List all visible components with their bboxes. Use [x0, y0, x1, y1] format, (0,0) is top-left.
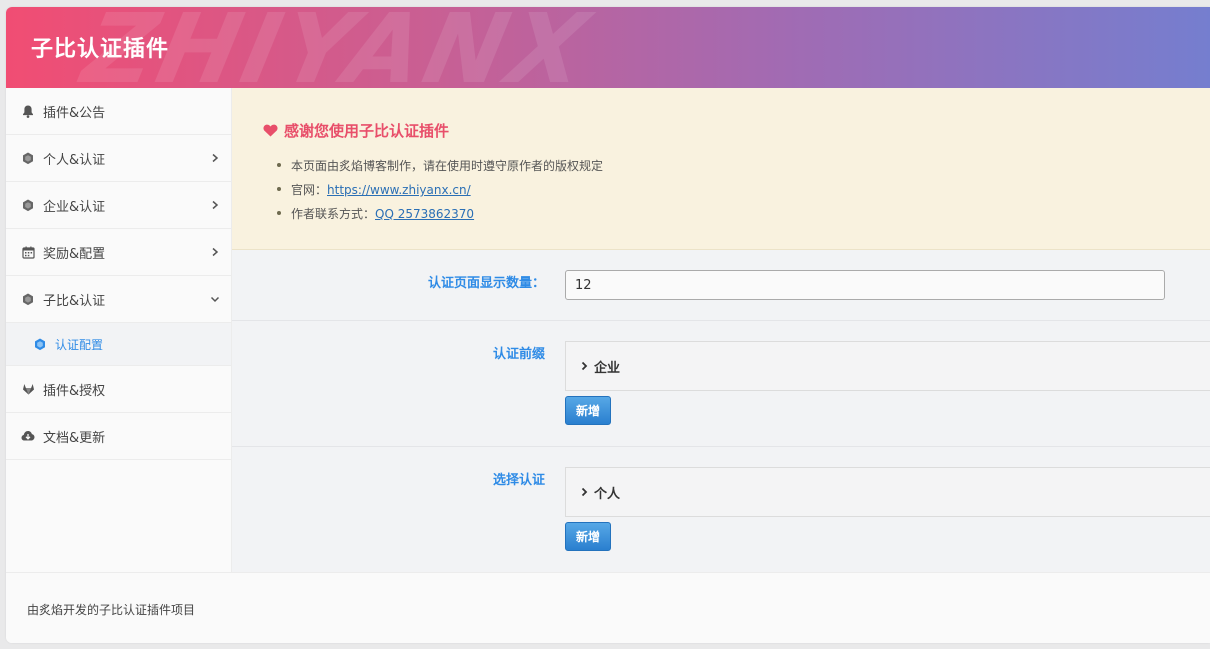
chevron-down-icon	[210, 296, 220, 303]
count-input[interactable]	[565, 270, 1165, 300]
main-content: 感谢您使用子比认证插件 本页面由炙焰博客制作，请在使用时遵守原作者的版权规定 官…	[232, 88, 1210, 572]
sidebar-item-rewards[interactable]: 奖励&配置	[6, 229, 231, 276]
hexagon-icon	[21, 292, 35, 306]
notice-panel: 感谢您使用子比认证插件 本页面由炙焰博客制作，请在使用时遵守原作者的版权规定 官…	[232, 88, 1210, 250]
sidebar-item-zibi-auth[interactable]: 子比&认证	[6, 276, 231, 323]
website-link[interactable]: https://www.zhiyanx.cn/	[327, 183, 471, 197]
chevron-right-icon	[212, 247, 219, 257]
chevron-right-icon	[581, 487, 588, 497]
select-group-item[interactable]: 个人	[565, 467, 1210, 517]
sidebar-subitem-auth-config[interactable]: 认证配置	[6, 323, 231, 366]
sidebar-item-label: 插件&授权	[43, 383, 106, 399]
notice-heading: 感谢您使用子比认证插件	[263, 120, 1210, 141]
sidebar-item-label: 子比&认证	[43, 293, 106, 309]
cloud-download-icon	[21, 429, 35, 443]
sidebar-item-docs[interactable]: 文档&更新	[6, 413, 231, 460]
hexagon-icon	[21, 151, 35, 165]
setting-row-select: 选择认证 个人 新增	[232, 447, 1210, 573]
app-window: ZHIYANX 子比认证插件 插件&公告 个人&认证 企业&认证 奖励&配置 子…	[6, 7, 1210, 643]
sidebar-item-personal[interactable]: 个人&认证	[6, 135, 231, 182]
prefix-label: 认证前缀	[493, 347, 546, 362]
setting-row-prefix: 认证前缀 企业 新增	[232, 321, 1210, 447]
chevron-right-icon	[212, 200, 219, 210]
header-banner: ZHIYANX 子比认证插件	[6, 7, 1210, 88]
add-select-button[interactable]: 新增	[565, 522, 611, 551]
sidebar-item-license[interactable]: 插件&授权	[6, 366, 231, 413]
sidebar-item-notice[interactable]: 插件&公告	[6, 88, 231, 135]
add-prefix-button[interactable]: 新增	[565, 396, 611, 425]
sidebar-item-enterprise[interactable]: 企业&认证	[6, 182, 231, 229]
footer: 由炙焰开发的子比认证插件项目	[6, 572, 1210, 643]
notice-website-prefix: 官网：	[291, 183, 328, 197]
heart-icon	[263, 124, 278, 137]
notice-heading-text: 感谢您使用子比认证插件	[284, 122, 450, 140]
prefix-group-item[interactable]: 企业	[565, 341, 1210, 391]
sidebar-item-label: 个人&认证	[43, 152, 106, 168]
app-title: 子比认证插件	[31, 37, 170, 62]
notice-contact-prefix: 作者联系方式：	[291, 207, 376, 221]
bell-icon	[21, 104, 35, 118]
sidebar-item-label: 文档&更新	[43, 430, 106, 446]
notice-line-contact: 作者联系方式：QQ 2573862370	[277, 205, 1210, 229]
chevron-right-icon	[581, 361, 588, 371]
chevron-right-icon	[212, 153, 219, 163]
sidebar-item-label: 奖励&配置	[43, 246, 106, 262]
contact-qq-link[interactable]: QQ 2573862370	[375, 207, 474, 221]
calendar-icon	[21, 245, 35, 259]
gitlab-icon	[21, 382, 35, 396]
notice-line-copyright: 本页面由炙焰博客制作，请在使用时遵守原作者的版权规定	[277, 157, 1210, 181]
count-label: 认证页面显示数量：	[428, 276, 546, 291]
hexagon-icon	[21, 198, 35, 212]
sidebar-item-label: 插件&公告	[43, 105, 106, 121]
select-label: 选择认证	[493, 473, 546, 488]
footer-text: 由炙焰开发的子比认证插件项目	[27, 603, 196, 617]
notice-line-website: 官网：https://www.zhiyanx.cn/	[277, 181, 1210, 205]
sidebar-subitem-label: 认证配置	[55, 337, 104, 352]
hexagon-icon	[34, 337, 48, 351]
prefix-group-title: 企业	[594, 360, 621, 376]
sidebar-item-label: 企业&认证	[43, 199, 106, 215]
sidebar: 插件&公告 个人&认证 企业&认证 奖励&配置 子比&认证 认证配置 插件&授权…	[6, 88, 232, 572]
select-group-title: 个人	[594, 486, 621, 502]
notice-list: 本页面由炙焰博客制作，请在使用时遵守原作者的版权规定 官网：https://ww…	[263, 157, 1210, 229]
setting-row-count: 认证页面显示数量：	[232, 250, 1210, 321]
